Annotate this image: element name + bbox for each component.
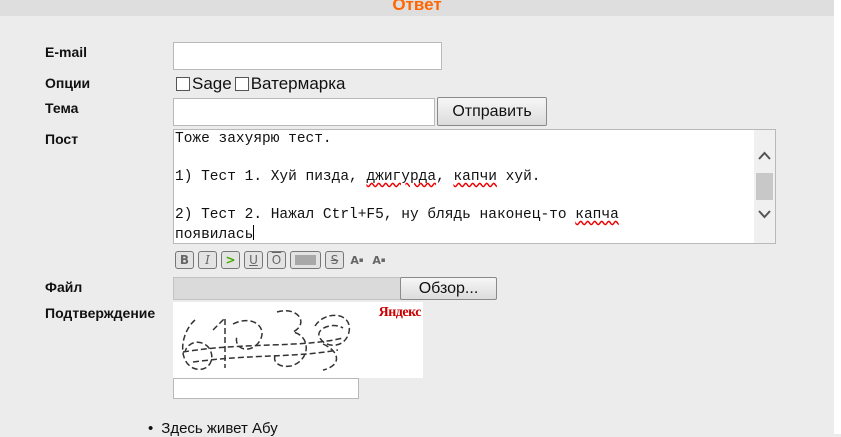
watermark-label[interactable]: Ватермарка (251, 74, 346, 94)
reply-header: Ответ (0, 0, 834, 16)
rules-list: • Здесь живет Абу (148, 420, 278, 437)
spoiler-button[interactable] (290, 251, 321, 269)
scrollbar-thumb[interactable] (756, 173, 773, 200)
strike-button[interactable]: S (325, 251, 344, 269)
superscript-button[interactable]: A ▪ (348, 251, 366, 269)
submit-button[interactable]: Отправить (437, 97, 547, 126)
markup-toolbar: B I > U O S A ▪ A ▪ (175, 251, 388, 271)
sage-label[interactable]: Sage (192, 74, 232, 94)
page-edge (834, 0, 841, 434)
italic-button[interactable]: I (198, 251, 217, 269)
chevron-up-icon[interactable] (757, 149, 772, 164)
list-item: Здесь живет Абу (161, 420, 278, 437)
post-text: Тоже захуярю тест. 1) Тест 1. Хуй пизда,… (175, 131, 619, 243)
file-label: Файл (45, 279, 83, 295)
email-label: E-mail (45, 44, 88, 60)
bold-button[interactable]: B (175, 251, 194, 269)
subject-label: Тема (45, 100, 79, 116)
quote-button[interactable]: > (221, 251, 240, 269)
subscript-button[interactable]: A ▪ (370, 251, 388, 269)
post-label: Пост (45, 131, 79, 147)
post-textarea[interactable]: Тоже захуярю тест. 1) Тест 1. Хуй пизда,… (173, 129, 776, 244)
options-group: Sage Ватермарка (176, 74, 349, 94)
textarea-scrollbar[interactable] (754, 130, 775, 243)
overline-button[interactable]: O (267, 251, 286, 269)
subject-input[interactable] (173, 98, 435, 126)
captcha-label: Подтверждение (45, 305, 156, 321)
chevron-down-icon[interactable] (757, 206, 772, 221)
text-caret (253, 225, 255, 240)
options-label: Опции (45, 75, 91, 91)
captcha-image: Яндекс (173, 302, 423, 378)
watermark-checkbox[interactable] (234, 77, 249, 91)
yandex-logo: Яндекс (378, 305, 422, 320)
email-input[interactable] (173, 42, 442, 70)
captcha-input[interactable] (173, 378, 359, 399)
sage-checkbox[interactable] (176, 77, 190, 91)
header-title: Ответ (392, 0, 442, 14)
bullet: • (148, 420, 154, 437)
underline-button[interactable]: U (244, 251, 263, 269)
file-path-field[interactable] (173, 277, 402, 300)
browse-button[interactable]: Обзор... (400, 277, 497, 300)
